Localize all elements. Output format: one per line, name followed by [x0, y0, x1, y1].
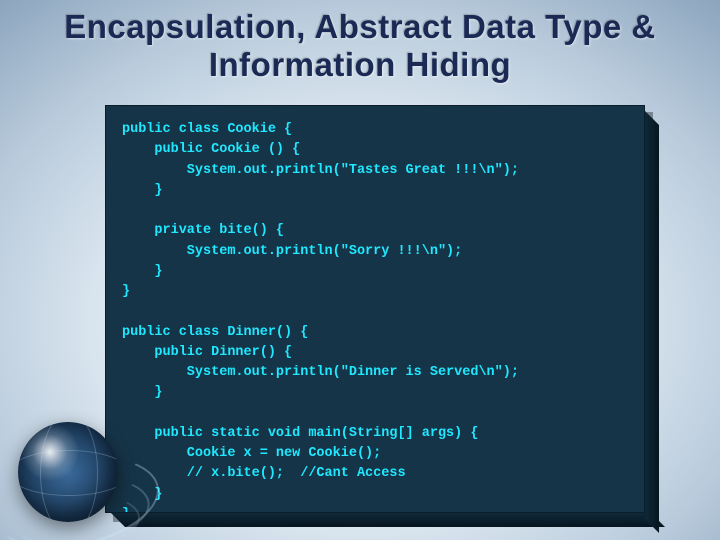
slide-title: Encapsulation, Abstract Data Type & Info… — [0, 0, 720, 84]
code-block-container: public class Cookie { public Cookie () {… — [105, 105, 645, 513]
globe-icon — [18, 422, 118, 522]
code-block-extrude-right — [645, 111, 659, 533]
code-block: public class Cookie { public Cookie () {… — [105, 105, 645, 513]
code-block-extrude-bottom — [111, 513, 665, 527]
